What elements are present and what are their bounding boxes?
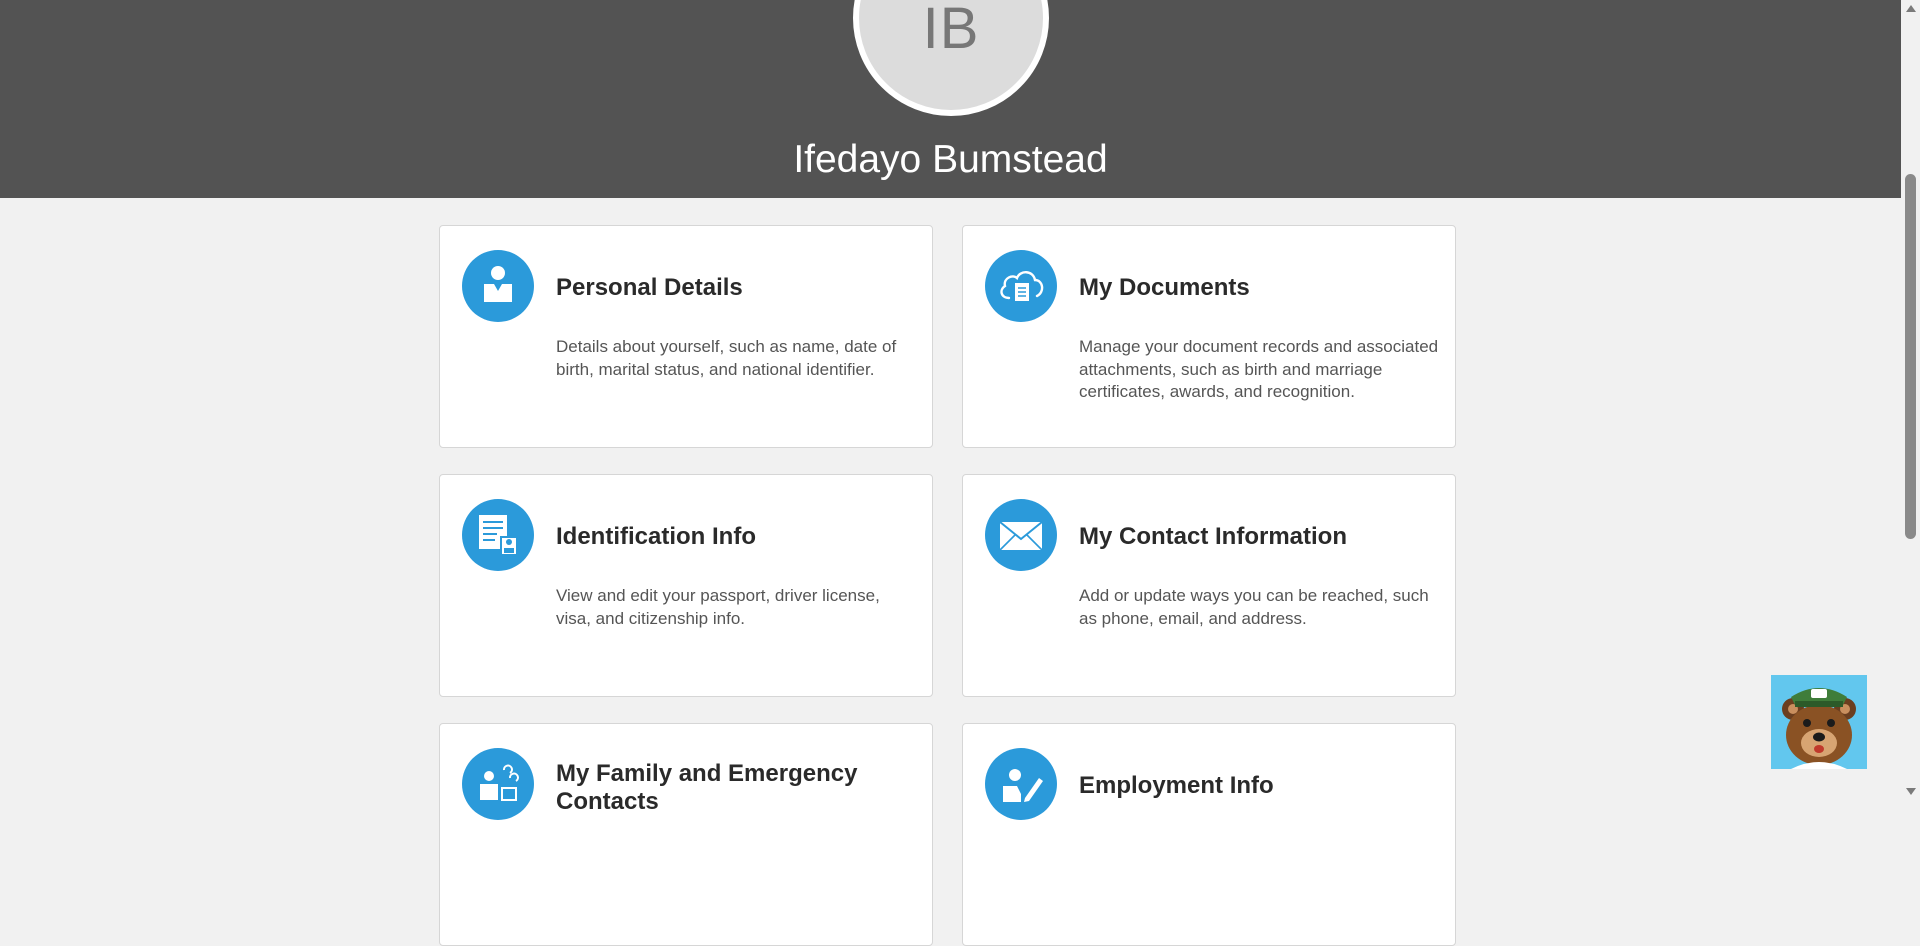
scroll-up-arrow-icon[interactable] [1906, 5, 1916, 12]
card-title: My Documents [1079, 274, 1250, 301]
card-description: View and edit your passport, driver lice… [556, 586, 880, 628]
card-title: Employment Info [1079, 772, 1274, 799]
card-title: Identification Info [556, 523, 756, 550]
avatar-initials: IB [922, 0, 980, 61]
card-employment-info[interactable]: Employment Info [962, 723, 1456, 946]
bear-mascot-icon [1771, 675, 1867, 769]
envelope-icon [985, 499, 1057, 571]
scroll-down-arrow-icon[interactable] [1906, 788, 1916, 795]
scroll-thumb[interactable] [1905, 174, 1916, 539]
card-identification-info[interactable]: Identification Info View and edit your p… [439, 474, 933, 697]
card-my-documents[interactable]: My Documents Manage your document record… [962, 225, 1456, 448]
profile-name: Ifedayo Bumstead [793, 138, 1108, 181]
person-icon [462, 250, 534, 322]
employee-edit-icon [985, 748, 1057, 820]
card-description: Manage your document records and associa… [1079, 337, 1439, 401]
card-title: Personal Details [556, 274, 743, 301]
profile-header: IB Ifedayo Bumstead [0, 0, 1901, 198]
card-personal-details[interactable]: Personal Details Details about yourself,… [439, 225, 933, 448]
cloud-document-icon [985, 250, 1057, 322]
id-document-icon [462, 499, 534, 571]
card-family-emergency-contacts[interactable]: My Family and Emergency Contacts [439, 723, 933, 946]
card-description: Details about yourself, such as name, da… [556, 337, 897, 379]
avatar[interactable]: IB [853, 0, 1049, 116]
card-title: My Contact Information [1079, 523, 1347, 550]
card-my-contact-information[interactable]: My Contact Information Add or update way… [962, 474, 1456, 697]
vertical-scrollbar[interactable] [1901, 0, 1920, 800]
family-icon [462, 748, 534, 820]
card-title: My Family and Emergency Contacts [556, 760, 858, 815]
card-description: Add or update ways you can be reached, s… [1079, 586, 1429, 628]
assistant-launcher[interactable] [1771, 675, 1867, 769]
